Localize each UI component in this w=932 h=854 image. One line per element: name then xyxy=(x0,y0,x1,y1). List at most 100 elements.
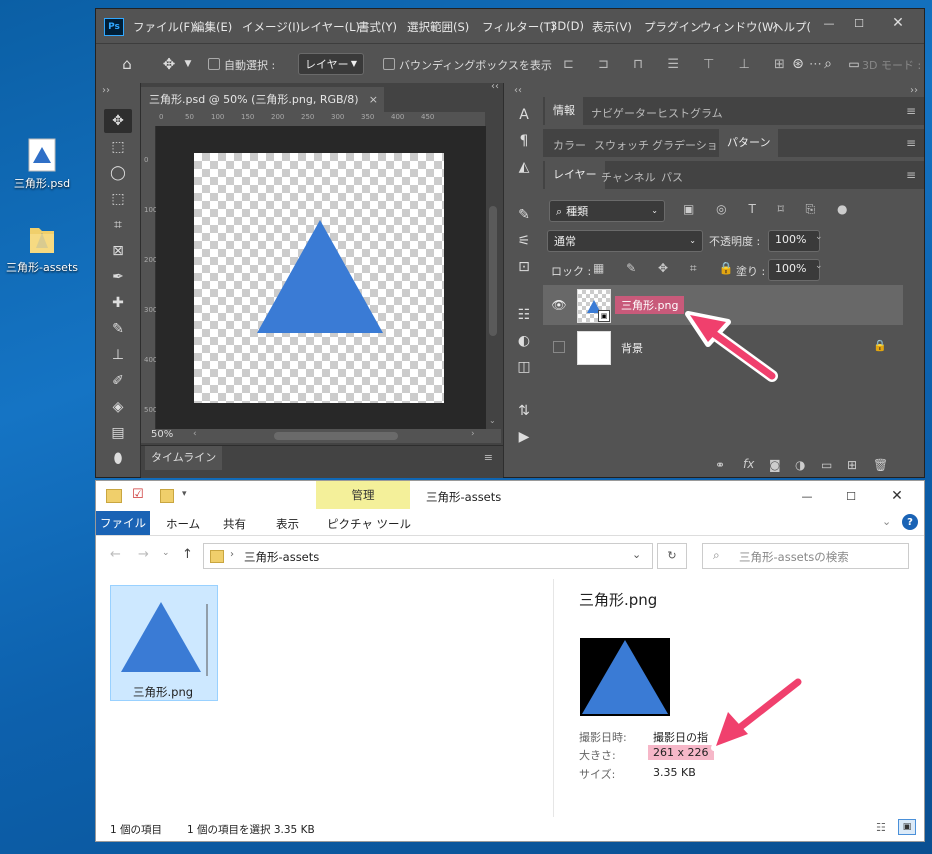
close-tab-icon[interactable]: × xyxy=(369,87,378,112)
workspace-icon[interactable]: ▭ xyxy=(844,54,864,74)
layer-name[interactable]: 三角形.png xyxy=(615,296,685,314)
menu-edit[interactable]: 編集(E) xyxy=(193,19,232,35)
menu-plugins[interactable]: プラグイン xyxy=(644,19,702,35)
panel-menu-icon[interactable]: ≡ xyxy=(906,104,916,118)
panel-menu-icon[interactable]: ≡ xyxy=(906,136,916,150)
tab-picture-tools[interactable]: ピクチャ ツール xyxy=(327,516,411,532)
tab-patterns[interactable]: パターン xyxy=(719,129,779,157)
bounding-box-checkbox[interactable]: バウンディングボックスを表示 xyxy=(383,57,552,73)
opacity-input[interactable]: 100% xyxy=(768,230,820,252)
eraser-tool[interactable]: ◈ xyxy=(104,395,132,419)
up-icon[interactable]: ↑ xyxy=(182,547,193,562)
canvas[interactable] xyxy=(194,153,444,403)
menu-view[interactable]: 表示(V) xyxy=(592,19,632,35)
brush-tool[interactable]: ✎ xyxy=(104,317,132,341)
blend-mode-dropdown[interactable]: 通常 ⌄ xyxy=(547,230,703,252)
menu-3d[interactable]: 3D(D) xyxy=(550,19,584,33)
vertical-scrollbar[interactable]: ⌄ xyxy=(486,126,500,429)
chevron-down-icon[interactable]: ⌄ xyxy=(162,548,170,558)
tab-share[interactable]: 共有 xyxy=(223,516,246,532)
tab-histogram[interactable]: ヒストグラム xyxy=(657,105,723,121)
libraries-icon[interactable]: ◫ xyxy=(512,357,536,377)
properties-check-icon[interactable]: ☑ xyxy=(132,487,144,502)
tab-navigator[interactable]: ナビゲーター xyxy=(591,105,657,121)
help-icon[interactable]: ? xyxy=(902,514,918,530)
chevron-down-icon[interactable]: ⌄ xyxy=(882,515,891,528)
move-tool-icon[interactable]: ✥ xyxy=(158,54,180,74)
healing-tool[interactable]: ✚ xyxy=(104,291,132,315)
manage-tab[interactable]: 管理 xyxy=(316,481,410,509)
maximize-icon[interactable]: ☐ xyxy=(836,487,866,505)
document-tab[interactable]: 三角形.psd @ 50% (三角形.png, RGB/8) × xyxy=(141,87,384,112)
triangle-shape[interactable] xyxy=(194,153,444,403)
new-folder-icon[interactable] xyxy=(160,489,174,503)
tab-paths[interactable]: パス xyxy=(661,169,683,185)
adjustments-icon[interactable]: ◐ xyxy=(512,331,536,351)
layer-name[interactable]: 背景 xyxy=(621,340,643,356)
tab-home[interactable]: ホーム xyxy=(166,516,200,532)
mask-icon[interactable]: ◙ xyxy=(769,458,781,472)
tab-color[interactable]: カラー xyxy=(553,137,586,153)
character-icon[interactable]: A xyxy=(512,105,536,125)
large-icons-view-icon[interactable]: ▣ xyxy=(898,819,916,835)
menu-layer[interactable]: レイヤー(L) xyxy=(299,19,360,35)
desktop-icon-assets[interactable]: 三角形-assets xyxy=(2,222,82,275)
pane-divider[interactable] xyxy=(553,579,554,817)
minimize-icon[interactable]: — xyxy=(792,487,822,505)
forward-icon[interactable]: → xyxy=(138,547,149,562)
new-layer-icon[interactable]: ⊞ xyxy=(847,458,857,472)
search-input[interactable]: ⌕ 三角形-assetsの検索 xyxy=(702,543,909,569)
collapse-icon[interactable]: ›› xyxy=(102,85,110,96)
brush-settings-icon[interactable]: ✎ xyxy=(512,205,536,225)
marquee-tool[interactable]: ⬚ xyxy=(104,135,132,159)
refresh-button[interactable]: ↻ xyxy=(657,543,687,569)
blur-tool[interactable]: ⬮ xyxy=(104,447,132,471)
eye-icon[interactable]: 👁 xyxy=(551,297,567,313)
tab-swatches[interactable]: スウォッチ xyxy=(594,137,649,153)
menu-filter[interactable]: フィルター(T) xyxy=(482,19,555,35)
home-icon[interactable]: ⌂ xyxy=(116,54,138,74)
menu-image[interactable]: イメージ(I) xyxy=(242,19,300,35)
frame-tool[interactable]: ⊠ xyxy=(104,239,132,263)
menu-type[interactable]: 書式(Y) xyxy=(358,19,397,35)
fill-input[interactable]: 100% xyxy=(768,259,820,281)
address-bar[interactable]: › 三角形-assets ⌄ xyxy=(203,543,653,569)
move-tool[interactable]: ✥ xyxy=(104,109,132,133)
tab-info[interactable]: 情報 xyxy=(545,97,583,125)
3d-orbit-icon[interactable]: ⊛ xyxy=(788,54,808,74)
tab-file[interactable]: ファイル xyxy=(96,511,150,535)
play-icon[interactable]: ▶ xyxy=(512,427,536,447)
chevron-down-icon[interactable]: ▼ xyxy=(182,56,194,72)
shapes-icon[interactable]: ◭ xyxy=(512,157,536,177)
minimize-icon[interactable]: — xyxy=(814,13,844,33)
panel-menu-icon[interactable]: ≡ xyxy=(906,168,916,182)
close-icon[interactable]: ✕ xyxy=(882,487,912,505)
adjustment-layer-icon[interactable]: ◑ xyxy=(795,458,805,472)
auto-select-checkbox[interactable]: 自動選択 : xyxy=(208,57,275,73)
timeline-panel[interactable]: タイムライン ≡ xyxy=(141,445,503,478)
image-icon[interactable]: ⊡ xyxy=(512,257,536,277)
panel-menu-icon[interactable]: ≡ xyxy=(484,451,493,464)
eyedropper-tool[interactable]: ✒ xyxy=(104,265,132,289)
link-icon[interactable]: ⚭ xyxy=(715,458,725,472)
paragraph-icon[interactable]: ¶ xyxy=(512,131,536,151)
menu-file[interactable]: ファイル(F) xyxy=(133,19,195,35)
history-brush-tool[interactable]: ✐ xyxy=(104,369,132,393)
menu-select[interactable]: 選択範囲(S) xyxy=(407,19,469,35)
auto-select-dropdown[interactable]: レイヤー ▼ xyxy=(298,53,364,75)
gradient-tool[interactable]: ▤ xyxy=(104,421,132,445)
tab-gradients[interactable]: グラデーション xyxy=(652,137,729,153)
filter-icons[interactable]: ▣ ◎ T ⌑ ⎘ ● xyxy=(683,202,856,217)
search-icon[interactable]: ⌕ xyxy=(818,54,838,74)
stamp-tool[interactable]: ⊥ xyxy=(104,343,132,367)
actions-icon[interactable]: ⇅ xyxy=(512,401,536,421)
collapse-icon[interactable]: ‹‹ xyxy=(491,81,499,92)
trash-icon[interactable]: 🗑 xyxy=(873,458,888,472)
tab-view[interactable]: 表示 xyxy=(276,516,299,532)
chevron-down-icon[interactable]: ⌄ xyxy=(632,548,641,561)
lasso-tool[interactable]: ◯ xyxy=(104,161,132,185)
tab-channels[interactable]: チャンネル xyxy=(601,169,656,185)
menu-window[interactable]: ウィンドウ(W) xyxy=(700,19,778,35)
brush-presets-icon[interactable]: ⚟ xyxy=(512,231,536,251)
desktop-icon-psd[interactable]: 三角形.psd xyxy=(2,138,82,191)
